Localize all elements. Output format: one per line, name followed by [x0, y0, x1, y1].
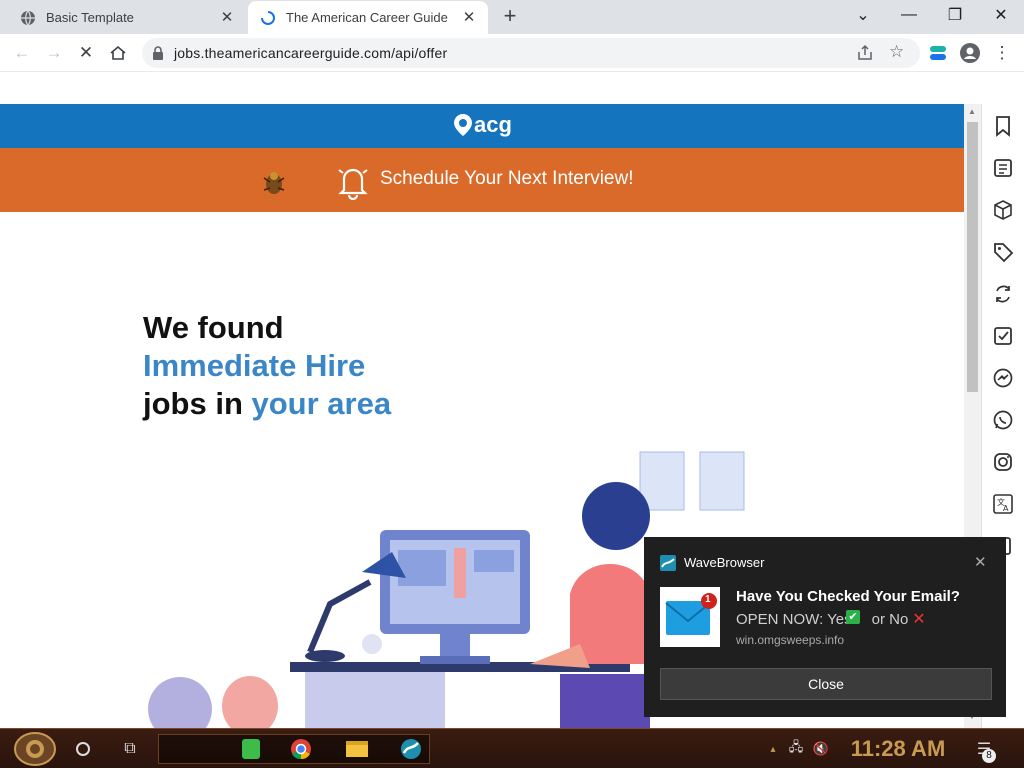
- loading-spinner-icon: [260, 10, 276, 26]
- sync-icon[interactable]: [991, 282, 1015, 306]
- lock-icon[interactable]: [152, 46, 164, 65]
- stop-loading-button[interactable]: ✕: [70, 34, 102, 72]
- messenger-icon[interactable]: [991, 366, 1015, 390]
- network-icon[interactable]: 🖧: [786, 729, 806, 769]
- browser-toolbar: ← → ✕ jobs.theamericancareerguide.com/ap…: [0, 34, 1024, 72]
- tray-chevron-icon[interactable]: ▴: [766, 729, 780, 769]
- notification-body-mid: or No: [871, 610, 909, 628]
- translate-icon[interactable]: 文A: [991, 492, 1015, 516]
- wavebrowser-taskbar-icon[interactable]: [398, 729, 424, 769]
- bell-icon: [334, 162, 372, 205]
- promo-text: Schedule Your Next Interview!: [380, 168, 634, 189]
- notification-domain: win.omgsweeps.info: [736, 633, 845, 647]
- url-text: jobs.theamericancareerguide.com/api/offe…: [174, 45, 448, 61]
- close-tab-icon[interactable]: ✕: [460, 8, 478, 26]
- globe-icon: [20, 10, 36, 26]
- checklist-icon[interactable]: [991, 324, 1015, 348]
- bookmark-icon[interactable]: [991, 114, 1015, 138]
- volume-muted-icon[interactable]: 🔇: [810, 729, 832, 769]
- decorative-bug-image: [258, 166, 290, 203]
- instagram-icon[interactable]: [991, 450, 1015, 474]
- scrollbar-thumb[interactable]: [967, 122, 978, 392]
- home-icon: [110, 45, 126, 60]
- promo-banner[interactable]: Schedule Your Next Interview!: [0, 148, 964, 212]
- tab-basic-template[interactable]: Basic Template ✕: [8, 1, 246, 34]
- acg-logo[interactable]: acg: [452, 112, 512, 138]
- forward-button[interactable]: →: [38, 34, 70, 72]
- wavebrowser-icon: [660, 555, 676, 576]
- notification-title: Have You Checked Your Email?: [736, 588, 960, 605]
- tab-title: The American Career Guide: [286, 10, 448, 25]
- maximize-button[interactable]: ❐: [932, 0, 978, 30]
- chrome-icon[interactable]: [288, 729, 314, 769]
- whatsapp-icon[interactable]: [991, 408, 1015, 432]
- action-center-icon[interactable]: ☰: [970, 729, 998, 769]
- location-pin-icon: [454, 114, 472, 136]
- home-button[interactable]: [102, 34, 134, 72]
- notification-body-prefix: OPEN NOW: Yes: [736, 610, 852, 628]
- menu-button[interactable]: ⋮: [986, 34, 1018, 72]
- minimize-button[interactable]: —: [886, 0, 932, 30]
- svg-text:A: A: [1003, 504, 1009, 513]
- email-icon: 1: [660, 587, 720, 647]
- reading-list-icon[interactable]: [991, 156, 1015, 180]
- clock[interactable]: 11:28 AM: [844, 729, 952, 769]
- logo-text: acg: [474, 112, 512, 137]
- tab-title: Basic Template: [46, 10, 134, 25]
- close-window-button[interactable]: ✕: [978, 0, 1024, 30]
- hero-line-3: jobs in your area: [143, 385, 391, 423]
- notification-app-name: WaveBrowser: [684, 555, 765, 570]
- avatar-icon: [960, 43, 980, 63]
- start-button[interactable]: [8, 729, 62, 769]
- new-tab-button[interactable]: +: [498, 5, 522, 29]
- sticky-notes-icon[interactable]: [238, 729, 264, 769]
- share-icon[interactable]: [856, 44, 874, 67]
- back-button[interactable]: ←: [6, 34, 38, 72]
- profile-button[interactable]: [954, 34, 986, 72]
- close-notification-icon[interactable]: ✕: [974, 553, 987, 571]
- notification-body: OPEN NOW: Yes ✔ or No ✕: [736, 609, 926, 629]
- close-button[interactable]: Close: [660, 668, 992, 700]
- extensions-button[interactable]: [922, 34, 954, 72]
- extensions-icon: [930, 46, 946, 60]
- tab-american-career-guide[interactable]: The American Career Guide ✕: [248, 1, 488, 34]
- hero-line-1: We found: [143, 310, 284, 345]
- hero-line-3a: jobs in: [143, 386, 252, 421]
- cube-icon[interactable]: [991, 198, 1015, 222]
- bookmark-star-icon[interactable]: ☆: [889, 42, 904, 62]
- start-orb-icon: [14, 732, 56, 766]
- tag-icon[interactable]: [991, 240, 1015, 264]
- hero-line-3b: your area: [251, 386, 392, 421]
- tab-search-icon[interactable]: ⌄: [840, 0, 886, 30]
- header-bar: acg: [0, 104, 964, 148]
- check-mark-icon: ✔: [846, 610, 860, 624]
- search-circle-icon[interactable]: [72, 729, 94, 769]
- scroll-up-icon[interactable]: ▲: [968, 107, 976, 116]
- notification-count-badge: 8: [982, 749, 996, 763]
- hero-line-2: Immediate Hire: [143, 348, 366, 383]
- cross-mark-icon: ✕: [912, 611, 926, 628]
- taskbar: ⧉ ▴ 🖧 🔇 11:28 AM ☰ 8: [0, 728, 1024, 768]
- email-badge-count: 1: [705, 594, 711, 605]
- tab-strip: Basic Template ✕ The American Career Gui…: [0, 0, 1024, 34]
- notification-toast[interactable]: WaveBrowser ✕ 1 Have You Checked Your Em…: [644, 537, 1006, 717]
- address-bar[interactable]: jobs.theamericancareerguide.com/api/offe…: [142, 38, 920, 68]
- file-explorer-icon[interactable]: [344, 729, 370, 769]
- close-tab-icon[interactable]: ✕: [218, 8, 236, 26]
- task-view-icon[interactable]: ⧉: [118, 729, 142, 769]
- hero-heading: We found Immediate Hire jobs in your are…: [143, 309, 391, 423]
